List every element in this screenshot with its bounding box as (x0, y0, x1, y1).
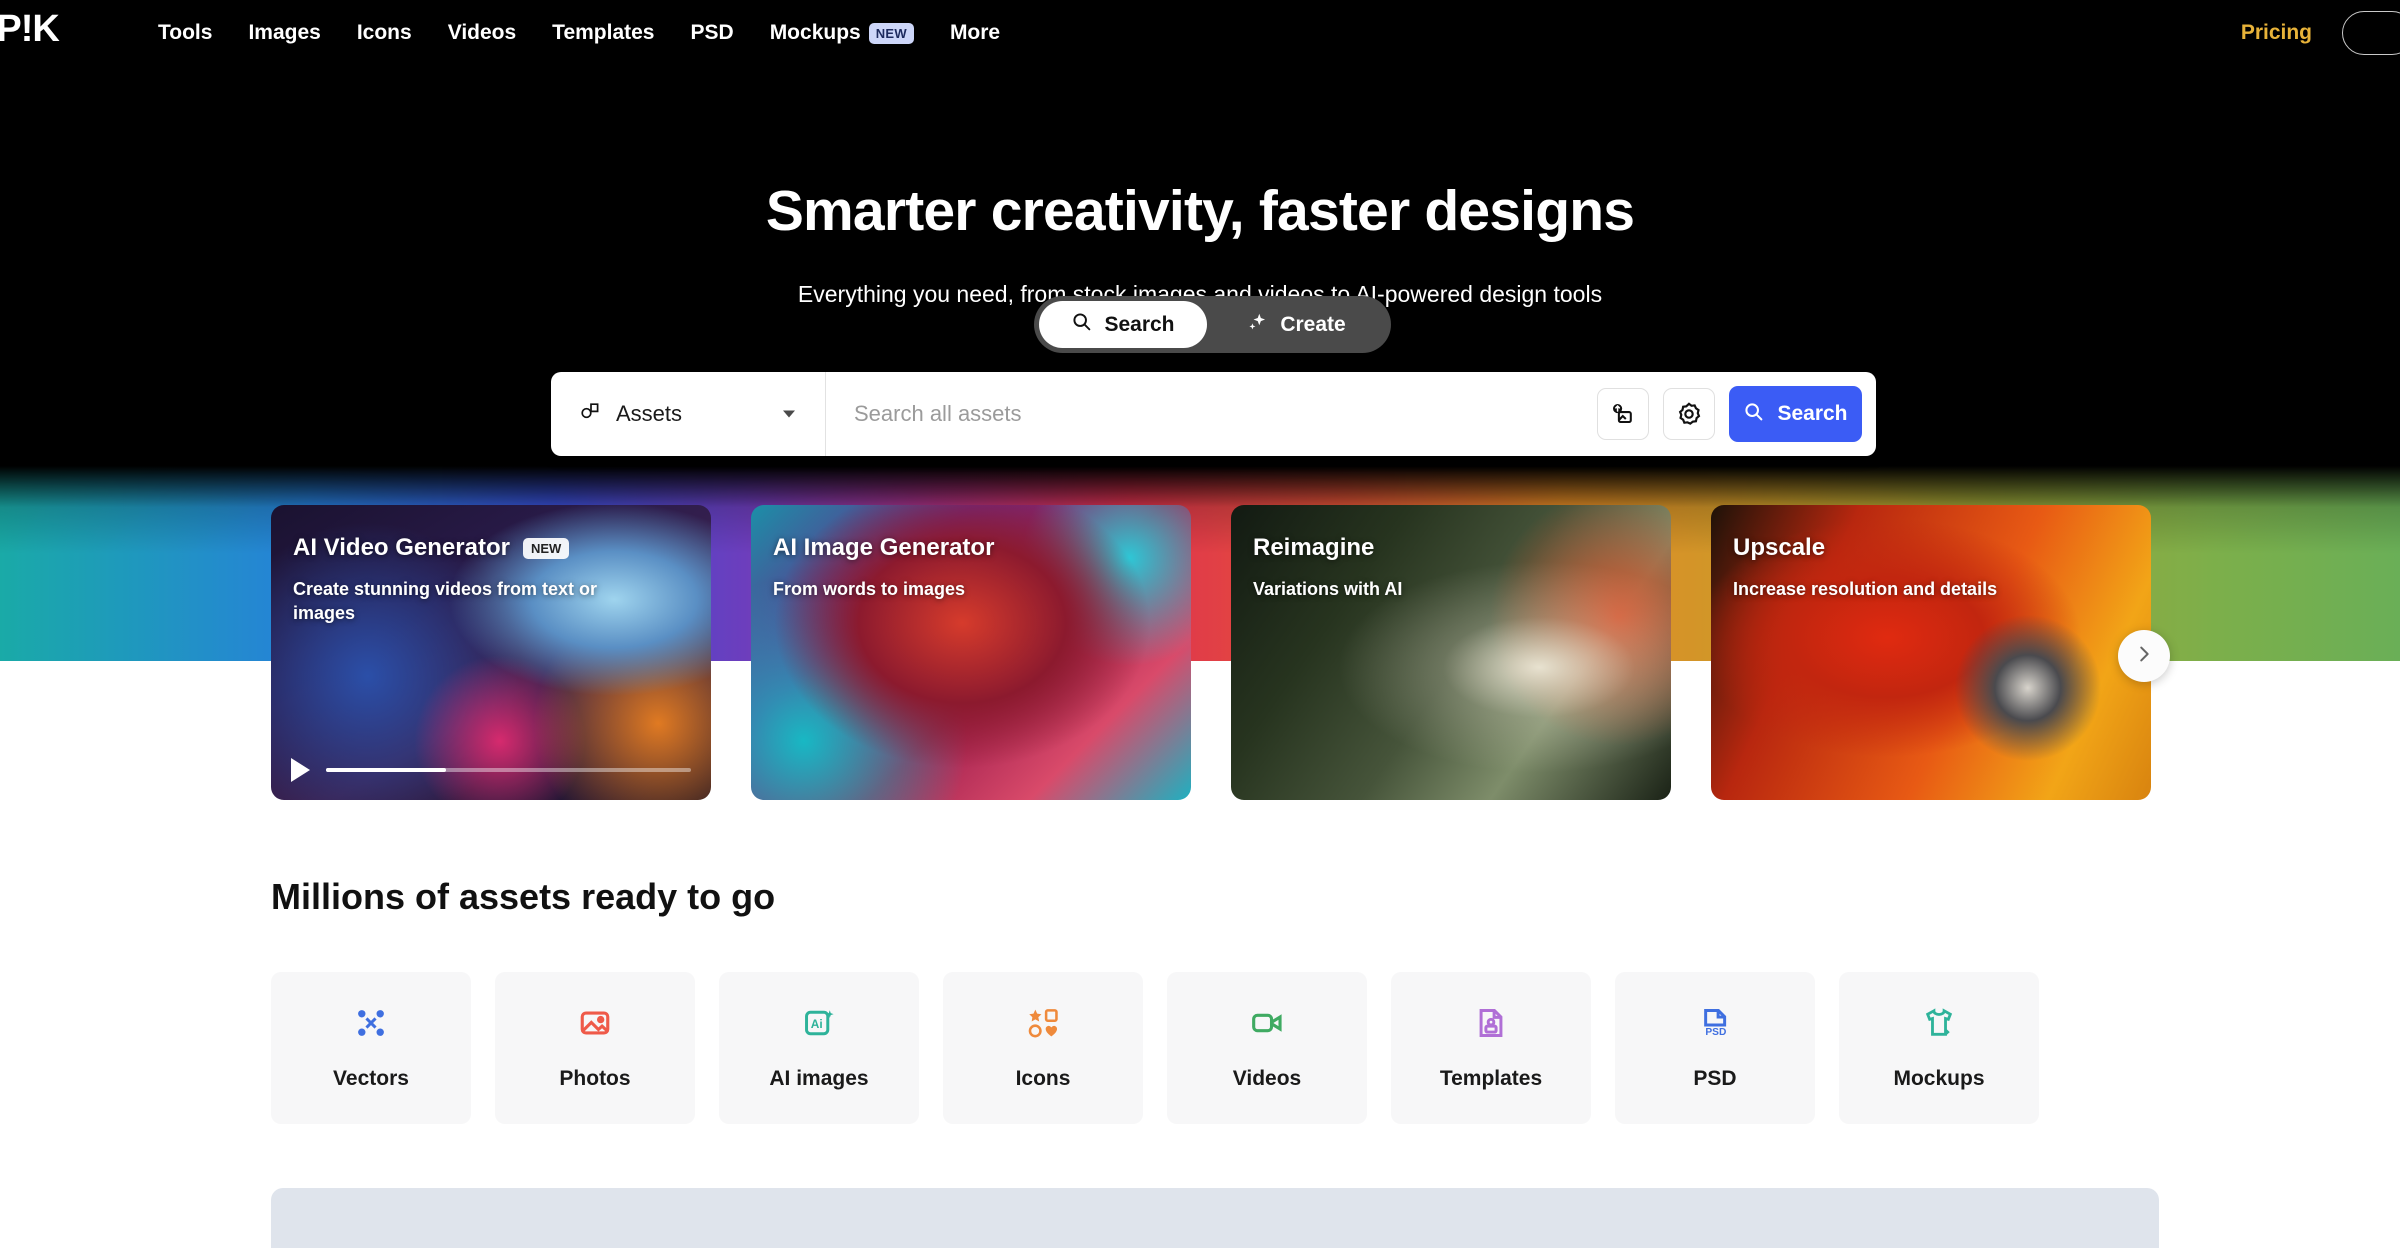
site-header: EP!K Tools Images Icons Videos Templates… (0, 0, 2400, 66)
card-title-text: Upscale (1733, 534, 1826, 561)
page-title: Smarter creativity, faster designs (765, 179, 1635, 243)
search-button[interactable]: Search (1729, 386, 1862, 442)
video-progress-bar[interactable] (326, 768, 691, 772)
nav-label: Mockups (769, 21, 861, 44)
carousel-next-button[interactable] (2118, 630, 2170, 682)
new-badge: NEW (522, 537, 570, 559)
tile-label: Icons (1015, 1066, 1071, 1090)
nav-label: More (949, 21, 1001, 44)
nav-item-images[interactable]: Images (230, 13, 338, 53)
search-icon (1071, 311, 1092, 338)
main-navigation: Tools Images Icons Videos Templates PSD … (140, 13, 1018, 53)
template-doc-icon (1474, 1006, 1508, 1045)
shapes-icon (1026, 1006, 1060, 1045)
tile-label: PSD (1693, 1066, 1737, 1090)
tile-label: Vectors (333, 1066, 409, 1090)
card-title: AI Image Generator (773, 534, 994, 562)
card-title-text: AI Image Generator (773, 534, 995, 561)
tile-label: Templates (1439, 1066, 1543, 1090)
svg-text:PSD: PSD (1705, 1027, 1726, 1038)
asset-tile-mockups[interactable]: Mockups (1839, 972, 2039, 1124)
nav-item-icons[interactable]: Icons (339, 13, 430, 53)
assets-icon (579, 400, 603, 429)
nav-label: Tools (158, 21, 213, 44)
psd-file-icon: PSD (1698, 1006, 1732, 1045)
image-upload-icon[interactable] (1597, 388, 1649, 440)
svg-text:Ai: Ai (811, 1016, 823, 1030)
asset-tile-vectors[interactable]: Vectors (271, 972, 471, 1124)
nav-item-videos[interactable]: Videos (430, 13, 534, 53)
toggle-option-search[interactable]: Search (1039, 301, 1207, 348)
nav-label: PSD (690, 21, 734, 44)
search-icon (1743, 401, 1764, 428)
card-title: Reimagine (1253, 534, 1374, 562)
asset-tile-photos[interactable]: Photos (495, 972, 695, 1124)
vector-nodes-icon (354, 1006, 388, 1045)
asset-tile-psd[interactable]: PSD PSD (1615, 972, 1815, 1124)
card-description: From words to images (773, 579, 966, 599)
chevron-right-icon (2133, 643, 2155, 670)
toggle-create-label: Create (1280, 312, 1346, 336)
header-account-button[interactable] (2342, 11, 2400, 55)
tile-label: AI images (769, 1066, 869, 1090)
nav-label: Templates (552, 21, 655, 44)
carousel-card-ai-image-generator[interactable]: AI Image Generator From words to images (751, 505, 1191, 800)
nav-label: Videos (447, 21, 517, 44)
video-controls (271, 758, 711, 782)
bottom-panel-edge (271, 1188, 2159, 1248)
ai-image-icon: Ai (802, 1006, 836, 1045)
tshirt-icon (1922, 1006, 1956, 1045)
tile-label: Mockups (1893, 1066, 1985, 1090)
tile-label: Photos (559, 1066, 631, 1090)
nav-item-tools[interactable]: Tools (140, 13, 230, 53)
asset-tile-videos[interactable]: Videos (1167, 972, 1367, 1124)
carousel-card-upscale[interactable]: Upscale Increase resolution and details (1711, 505, 2151, 800)
camcorder-icon (1250, 1006, 1284, 1045)
nav-label: Icons (356, 21, 412, 44)
card-description: Create stunning videos from text or imag… (293, 579, 598, 624)
new-badge: NEW (868, 22, 914, 44)
nav-item-templates[interactable]: Templates (534, 13, 672, 53)
asset-type-dropdown[interactable]: Assets (551, 372, 825, 456)
toggle-option-create[interactable]: Create (1207, 301, 1385, 348)
nav-item-mockups[interactable]: Mockups NEW (752, 13, 932, 53)
pricing-link[interactable]: Pricing (2241, 21, 2312, 45)
feature-carousel: AI Video Generator NEW Create stunning v… (271, 505, 2151, 800)
search-create-toggle: Search Create (1034, 296, 1391, 353)
asset-category-tiles: Vectors Photos Ai AI images Icons Videos… (271, 972, 2039, 1124)
card-title: Upscale (1733, 534, 1825, 562)
nav-item-more[interactable]: More (932, 13, 1018, 53)
gear-icon[interactable] (1663, 388, 1715, 440)
card-title: AI Video Generator NEW (293, 534, 570, 562)
nav-label: Images (248, 21, 321, 44)
sparkles-icon (1246, 311, 1268, 339)
toggle-search-label: Search (1104, 312, 1175, 336)
card-title-text: AI Video Generator (293, 534, 510, 561)
card-title-text: Reimagine (1253, 534, 1375, 561)
freepik-logo[interactable]: EP!K (0, 8, 60, 51)
tile-label: Videos (1232, 1066, 1302, 1090)
play-icon[interactable] (291, 758, 310, 782)
carousel-card-ai-video-generator[interactable]: AI Video Generator NEW Create stunning v… (271, 505, 711, 800)
search-bar: Assets Search (551, 372, 1876, 456)
carousel-card-reimagine[interactable]: Reimagine Variations with AI (1231, 505, 1671, 800)
card-description: Increase resolution and details (1733, 579, 1998, 599)
nav-item-psd[interactable]: PSD (673, 13, 752, 53)
video-progress-fill (326, 768, 447, 772)
assets-section-title: Millions of assets ready to go (271, 876, 776, 917)
card-description: Variations with AI (1253, 579, 1403, 599)
asset-type-label: Assets (616, 401, 683, 426)
photo-icon (578, 1006, 612, 1045)
asset-tile-ai-images[interactable]: Ai AI images (719, 972, 919, 1124)
asset-tile-icons[interactable]: Icons (943, 972, 1143, 1124)
search-button-label: Search (1777, 402, 1848, 425)
search-input[interactable] (826, 372, 1597, 456)
chevron-down-icon (783, 410, 795, 418)
asset-tile-templates[interactable]: Templates (1391, 972, 1591, 1124)
